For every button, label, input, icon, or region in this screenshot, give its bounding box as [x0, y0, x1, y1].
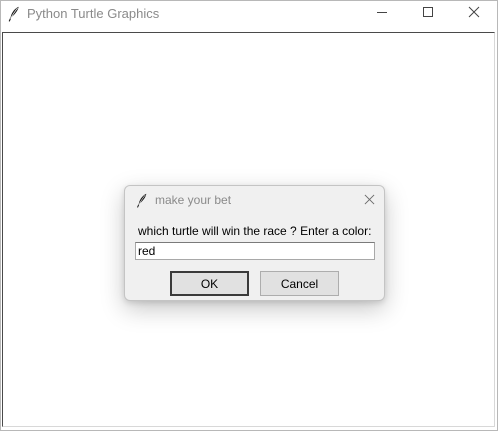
dialog-close-button[interactable] — [357, 190, 381, 212]
feather-icon — [136, 193, 148, 208]
dialog-titlebar[interactable]: make your bet — [125, 186, 384, 215]
bet-dialog: make your bet which turtle will win the … — [124, 185, 385, 301]
window-titlebar[interactable]: Python Turtle Graphics — [1, 1, 497, 29]
color-input[interactable] — [135, 242, 375, 260]
dialog-prompt: which turtle will win the race ? Enter a… — [138, 224, 372, 238]
maximize-icon — [422, 5, 434, 23]
window-title: Python Turtle Graphics — [27, 6, 160, 21]
feather-icon — [8, 6, 20, 22]
minimize-icon — [376, 5, 388, 23]
maximize-button[interactable] — [405, 1, 451, 27]
minimize-button[interactable] — [359, 1, 405, 27]
cancel-button[interactable]: Cancel — [260, 271, 339, 296]
dialog-title: make your bet — [155, 193, 232, 207]
close-icon — [364, 192, 375, 210]
ok-button[interactable]: OK — [170, 271, 249, 296]
close-icon — [468, 5, 480, 23]
close-button[interactable] — [451, 1, 497, 27]
